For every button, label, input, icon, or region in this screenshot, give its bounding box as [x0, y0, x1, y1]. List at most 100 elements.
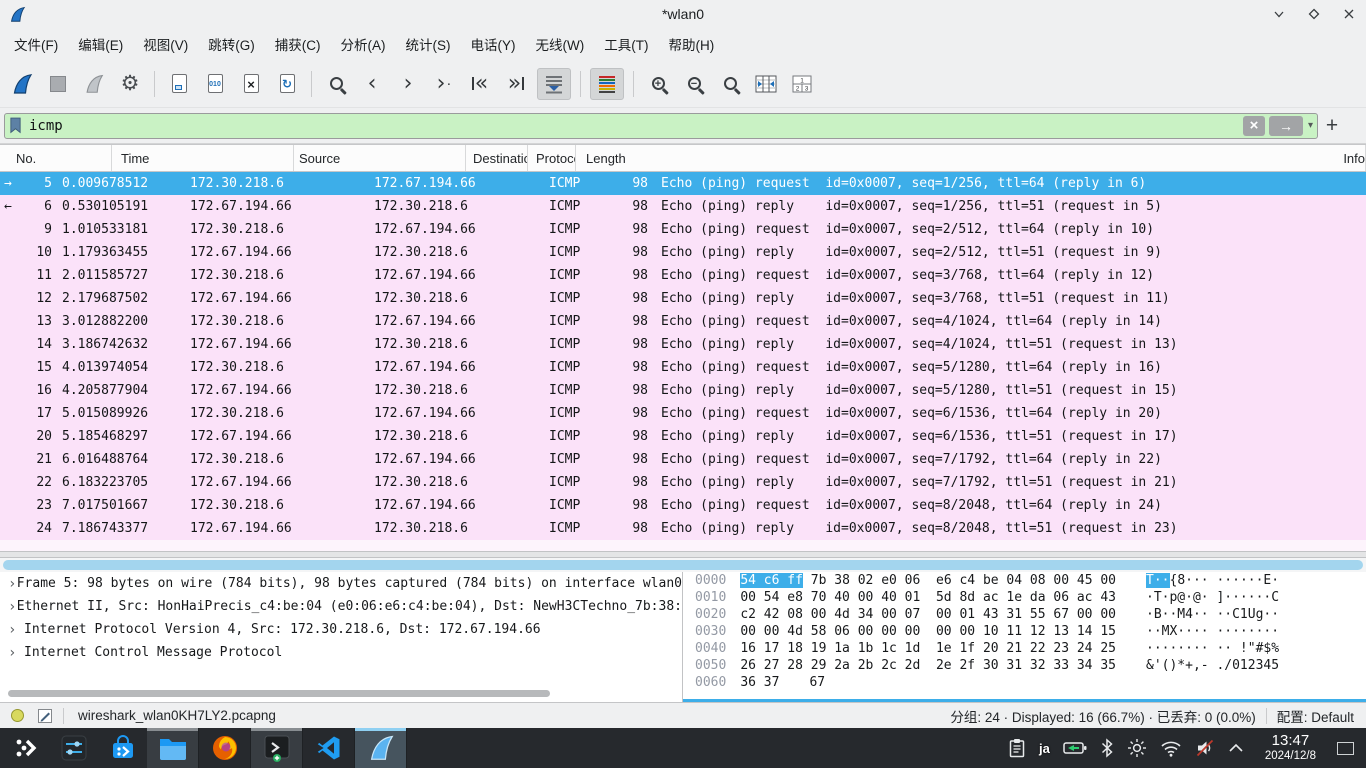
find-packet-button[interactable]	[321, 68, 351, 100]
menu-item[interactable]: 跳转(G)	[198, 29, 265, 59]
start-capture-button[interactable]	[7, 68, 37, 100]
discover-store-button[interactable]	[98, 728, 147, 768]
menu-item[interactable]: 文件(F)	[4, 29, 68, 59]
expander-icon[interactable]: ›	[8, 576, 17, 592]
capture-filename[interactable]: wireshark_wlan0KH7LY2.pcapng	[78, 708, 276, 723]
profile-selector[interactable]: 配置: Default	[1277, 706, 1354, 726]
table-row[interactable]: ← 6 0.530105191 172.67.194.66 172.30.218…	[0, 195, 1366, 218]
menu-item[interactable]: 分析(A)	[331, 29, 396, 59]
restart-capture-button[interactable]	[79, 68, 109, 100]
resize-columns-button[interactable]	[751, 68, 781, 100]
column-header[interactable]: Source	[294, 145, 466, 171]
menu-item[interactable]: 无线(W)	[526, 29, 595, 59]
zoom-reset-button[interactable]	[715, 68, 745, 100]
show-desktop-button[interactable]	[1337, 742, 1354, 755]
zoom-out-button[interactable]: −	[679, 68, 709, 100]
table-row[interactable]: 11 2.011585727 172.30.218.6 172.67.194.6…	[0, 264, 1366, 287]
taskbar-vscode[interactable]	[303, 728, 355, 768]
hex-row[interactable]: 006036 3767	[683, 674, 1366, 691]
detail-row[interactable]: ›Frame 5: 98 bytes on wire (784 bits), 9…	[0, 572, 682, 595]
minimize-button[interactable]	[1268, 3, 1290, 25]
filter-clear-button[interactable]: ×	[1243, 116, 1265, 136]
table-row[interactable]: 23 7.017501667 172.30.218.6 172.67.194.6…	[0, 494, 1366, 517]
filter-dropdown-caret[interactable]: ▾	[1308, 120, 1313, 131]
table-row[interactable]: 10 1.179363455 172.67.194.66 172.30.218.…	[0, 241, 1366, 264]
menu-item[interactable]: 捕获(C)	[265, 29, 331, 59]
column-header[interactable]: Destination	[466, 145, 528, 171]
hex-row[interactable]: 001000 54 e8 70 40 00 40 01 5d 8d ac 1e …	[683, 589, 1366, 606]
column-header[interactable]: No.	[0, 145, 112, 171]
bookmark-icon[interactable]	[9, 117, 22, 134]
table-row[interactable]: 14 3.186742632 172.67.194.66 172.30.218.…	[0, 333, 1366, 356]
menu-item[interactable]: 视图(V)	[133, 29, 198, 59]
volume-muted-icon[interactable]	[1195, 738, 1215, 758]
titlebar[interactable]: *wlan0	[0, 0, 1366, 28]
table-row[interactable]: 21 6.016488764 172.30.218.6 172.67.194.6…	[0, 448, 1366, 471]
hex-row[interactable]: 0020c2 42 08 00 4d 34 00 07 00 01 43 31 …	[683, 606, 1366, 623]
go-last-packet-button[interactable]: »	[501, 68, 531, 100]
stop-capture-button[interactable]	[43, 68, 73, 100]
table-row[interactable]: 15 4.013974054 172.30.218.6 172.67.194.6…	[0, 356, 1366, 379]
table-row[interactable]: 12 2.179687502 172.67.194.66 172.30.218.…	[0, 287, 1366, 310]
go-forward-button[interactable]: ›	[393, 68, 423, 100]
go-back-button[interactable]: ‹	[357, 68, 387, 100]
close-button[interactable]	[1338, 3, 1360, 25]
menu-item[interactable]: 帮助(H)	[658, 29, 724, 59]
menu-item[interactable]: 电话(Y)	[461, 29, 526, 59]
colorize-toggle[interactable]	[590, 68, 624, 100]
go-to-packet-button[interactable]: ›·	[429, 68, 459, 100]
reload-file-button[interactable]: ↻	[272, 68, 302, 100]
column-header[interactable]: Info	[1343, 145, 1366, 171]
open-file-button[interactable]	[164, 68, 194, 100]
menu-item[interactable]: 编辑(E)	[68, 29, 133, 59]
input-method-indicator[interactable]: ja	[1039, 741, 1050, 756]
column-header[interactable]: Time	[112, 145, 294, 171]
detail-row[interactable]: ›Ethernet II, Src: HonHaiPrecis_c4:be:04…	[0, 595, 682, 618]
expander-icon[interactable]: ›	[8, 622, 24, 638]
menu-item[interactable]: 统计(S)	[396, 29, 461, 59]
scrollbar-handle[interactable]	[3, 560, 1363, 570]
clock[interactable]: 13:47 2024/12/8	[1265, 733, 1316, 762]
hex-row[interactable]: 000054 c6 ff 7b 38 02 e0 06 e6 c4 be 04 …	[683, 572, 1366, 589]
zoom-in-button[interactable]: +	[643, 68, 673, 100]
taskbar-wireshark[interactable]	[355, 728, 407, 768]
column-header[interactable]: Length	[576, 145, 1343, 171]
brightness-icon[interactable]	[1127, 738, 1147, 758]
bluetooth-icon[interactable]	[1100, 738, 1114, 758]
display-filter-input[interactable]: icmp × → ▾	[4, 113, 1318, 139]
table-row[interactable]: → 5 0.009678512 172.30.218.6 172.67.194.…	[0, 172, 1366, 195]
close-file-button[interactable]: ×	[236, 68, 266, 100]
save-file-button[interactable]: 010	[200, 68, 230, 100]
taskbar-firefox[interactable]	[199, 728, 251, 768]
table-row[interactable]: 17 5.015089926 172.30.218.6 172.67.194.6…	[0, 402, 1366, 425]
menu-item[interactable]: 工具(T)	[594, 29, 658, 59]
pane-splitter[interactable]	[0, 551, 1366, 558]
maximize-button[interactable]	[1303, 3, 1325, 25]
auto-scroll-toggle[interactable]	[537, 68, 571, 100]
expander-icon[interactable]: ›	[8, 645, 24, 661]
expander-icon[interactable]: ›	[8, 599, 17, 615]
expert-info-dot[interactable]	[11, 709, 24, 722]
detail-row[interactable]: ›Internet Protocol Version 4, Src: 172.3…	[0, 618, 682, 641]
battery-icon[interactable]	[1063, 741, 1087, 755]
detail-row[interactable]: ›Internet Control Message Protocol	[0, 641, 682, 664]
filter-add-button[interactable]: +	[1318, 114, 1346, 138]
table-row[interactable]: 20 5.185468297 172.67.194.66 172.30.218.…	[0, 425, 1366, 448]
taskbar-terminal[interactable]	[251, 728, 303, 768]
system-settings-button[interactable]	[49, 728, 98, 768]
taskbar-file-manager[interactable]	[147, 728, 199, 768]
table-row[interactable]: 9 1.010533181 172.30.218.6 172.67.194.66…	[0, 218, 1366, 241]
packet-list-hscrollbar[interactable]	[0, 558, 1366, 572]
capture-options-button[interactable]: ⚙	[115, 68, 145, 100]
hex-row[interactable]: 005026 27 28 29 2a 2b 2c 2d 2e 2f 30 31 …	[683, 657, 1366, 674]
details-hscrollbar[interactable]	[8, 690, 550, 697]
filter-apply-button[interactable]: →	[1269, 116, 1303, 136]
table-row[interactable]: 22 6.183223705 172.67.194.66 172.30.218.…	[0, 471, 1366, 494]
table-row[interactable]: 13 3.012882200 172.30.218.6 172.67.194.6…	[0, 310, 1366, 333]
hex-row[interactable]: 004016 17 18 19 1a 1b 1c 1d 1e 1f 20 21 …	[683, 640, 1366, 657]
table-row[interactable]: 16 4.205877904 172.67.194.66 172.30.218.…	[0, 379, 1366, 402]
tray-expander-chevron-icon[interactable]	[1228, 742, 1244, 754]
column-header[interactable]: Protocol	[528, 145, 576, 171]
layout-columns-button[interactable]: 123	[787, 68, 817, 100]
app-launcher-button[interactable]	[0, 728, 49, 768]
